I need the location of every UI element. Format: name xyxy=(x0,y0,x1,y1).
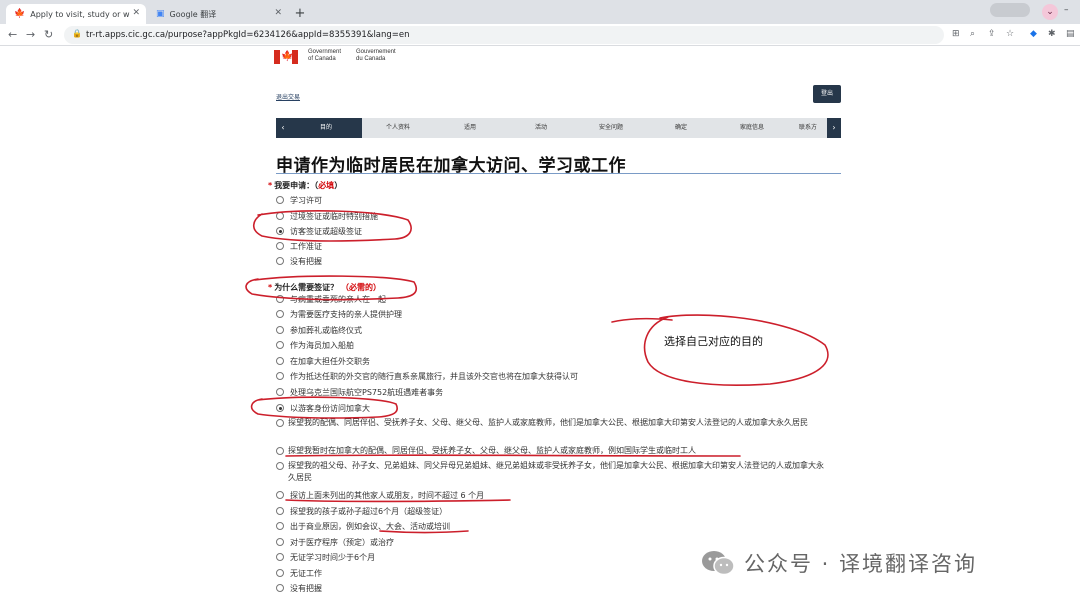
minimize-icon[interactable]: – xyxy=(1064,5,1069,15)
q1-option-transit[interactable]: 过境签证或临时特别措施 xyxy=(276,210,378,222)
step-applicable[interactable]: 适用 xyxy=(434,118,506,138)
step-security[interactable]: 安全问题 xyxy=(576,118,646,138)
q2-option[interactable]: 参加葬礼或临终仪式 xyxy=(276,324,362,336)
radio-button[interactable] xyxy=(276,357,284,365)
progress-prev-button[interactable]: ‹ xyxy=(276,118,290,138)
radio-button[interactable] xyxy=(276,310,284,318)
radio-button[interactable] xyxy=(276,538,284,546)
reload-icon[interactable]: ↻ xyxy=(44,28,53,41)
canada-flag-icon: 🍁 xyxy=(274,50,298,64)
q2-option[interactable]: 在加拿大担任外交职务 xyxy=(276,355,370,367)
q2-option[interactable]: 无证学习时间少于6个月 xyxy=(276,551,375,563)
wechat-icon xyxy=(700,549,736,577)
step-contact[interactable]: 联系方 xyxy=(788,118,828,138)
forward-icon[interactable]: → xyxy=(26,28,35,41)
annotation-note: 选择自己对应的目的 xyxy=(664,335,763,348)
url-field[interactable]: tr-rt.apps.cic.gc.ca/purpose?appPkgId=62… xyxy=(64,26,944,44)
q2-option[interactable]: 作为海员加入船舶 xyxy=(276,339,354,351)
close-tab-icon[interactable]: ✕ xyxy=(274,8,282,18)
extension-icon[interactable]: ◆ xyxy=(1030,29,1037,39)
close-tab-icon[interactable]: ✕ xyxy=(132,8,140,18)
zoom-icon[interactable]: ⌕ xyxy=(970,29,975,39)
pointer-line xyxy=(611,317,673,323)
radio-button[interactable] xyxy=(276,447,284,455)
q2-option[interactable]: 出于商业原因，例如会议、大会、活动或培训 xyxy=(276,520,450,532)
radio-button-selected[interactable] xyxy=(276,404,284,412)
title-divider xyxy=(276,173,841,174)
radio-button[interactable] xyxy=(276,326,284,334)
q2-option[interactable]: 作为抵达任职的外交官的随行直系亲属旅行，并且该外交官也将在加拿大获得认可 xyxy=(276,370,578,382)
wechat-watermark: 公众号 · 译境翻译咨询 xyxy=(700,548,977,578)
radio-button[interactable] xyxy=(276,388,284,396)
radio-button[interactable] xyxy=(276,242,284,250)
step-family[interactable]: 家庭信息 xyxy=(716,118,788,138)
radio-button[interactable] xyxy=(276,491,284,499)
q2-option[interactable]: 处理乌克兰国际航空PS752航班遇难者事务 xyxy=(276,386,443,398)
circle-note xyxy=(643,314,829,386)
back-icon[interactable]: ← xyxy=(8,28,17,41)
q2-option[interactable]: 没有把握 xyxy=(276,582,322,594)
tab-search-icon[interactable]: ⌄ xyxy=(1042,4,1058,20)
q1-option-not-sure[interactable]: 没有把握 xyxy=(276,255,322,267)
tab-apply-canada[interactable]: 🍁 Apply to visit, study or work in ✕ xyxy=(6,4,146,24)
puzzle-icon[interactable]: ✱ xyxy=(1048,29,1056,39)
radio-button[interactable] xyxy=(276,295,284,303)
radio-button-selected[interactable] xyxy=(276,227,284,235)
logout-button[interactable]: 登出 xyxy=(813,85,841,103)
translate-icon: ▣ xyxy=(156,9,165,19)
step-personal[interactable]: 个人资料 xyxy=(362,118,434,138)
new-tab-button[interactable]: + xyxy=(292,6,308,22)
q2-option[interactable]: 与病重或垂死的亲人在一起 xyxy=(276,293,386,305)
radio-button[interactable] xyxy=(276,419,284,427)
q2-label: * 为什么需要签证？ （必需的） xyxy=(268,283,381,292)
q2-option[interactable]: 对于医疗程序（预定）或治疗 xyxy=(276,536,394,548)
q1-option-visitor-visa[interactable]: 访客签证或超级签证 xyxy=(276,225,362,237)
maple-leaf-icon: 🍁 xyxy=(14,9,26,19)
q2-option[interactable]: 探望我的孩子或孙子超过6个月（超级签证） xyxy=(276,505,447,517)
translate-page-icon[interactable]: ⊞ xyxy=(952,29,960,39)
q2-option[interactable]: 为需要医疗支持的亲人提供护理 xyxy=(276,308,402,320)
radio-button[interactable] xyxy=(276,257,284,265)
q1-option-work-permit[interactable]: 工作准证 xyxy=(276,240,322,252)
radio-button[interactable] xyxy=(276,569,284,577)
bookmark-star-icon[interactable]: ☆ xyxy=(1006,29,1014,39)
q2-option[interactable]: 探访上面未列出的其他家人或朋友，时间不超过 6 个月 xyxy=(276,489,484,501)
gov-name-en: Government of Canada xyxy=(308,49,342,62)
browser-tab-bar: 🍁 Apply to visit, study or work in ✕ ▣ G… xyxy=(0,0,1080,24)
q2-option[interactable]: 探望我的配偶、同居伴侣、受抚养子女、父母、继父母、监护人或家庭教师，他们是加拿大… xyxy=(276,417,826,429)
radio-button[interactable] xyxy=(276,522,284,530)
radio-button[interactable] xyxy=(276,462,284,470)
step-confirm[interactable]: 确定 xyxy=(646,118,716,138)
radio-button[interactable] xyxy=(276,553,284,561)
q2-option-tourist[interactable]: 以游客身份访问加拿大 xyxy=(276,402,370,414)
radio-button[interactable] xyxy=(276,196,284,204)
exit-transaction-link[interactable]: 退出交易 xyxy=(276,92,300,101)
share-icon[interactable]: ⇪ xyxy=(988,29,996,39)
q2-option[interactable]: 探望我暂时在加拿大的配偶、同居伴侣、受抚养子女、父母、继父母、监护人或家庭教师，… xyxy=(276,445,826,457)
lock-icon[interactable]: 🔒 xyxy=(72,29,82,38)
progress-next-button[interactable]: › xyxy=(827,118,841,138)
progress-steps: ‹ 目的 个人资料 适用 活动 安全问题 确定 家庭信息 联系方 › xyxy=(276,118,841,138)
profile-pill[interactable] xyxy=(990,3,1030,17)
tab-google-translate[interactable]: ▣ Google 翻译 ✕ xyxy=(148,4,288,24)
radio-button[interactable] xyxy=(276,507,284,515)
radio-button[interactable] xyxy=(276,212,284,220)
q1-option-study-permit[interactable]: 学习许可 xyxy=(276,194,322,206)
gov-name-fr: Gouvernement du Canada xyxy=(356,49,396,62)
radio-button[interactable] xyxy=(276,372,284,380)
sidepanel-icon[interactable]: ▤ xyxy=(1066,29,1075,39)
step-purpose[interactable]: 目的 xyxy=(290,118,362,138)
step-activity[interactable]: 活动 xyxy=(506,118,576,138)
address-bar-row: ← → ↻ tr-rt.apps.cic.gc.ca/purpose?appPk… xyxy=(0,24,1080,46)
q1-label: * 我要申请：（必填） xyxy=(268,181,343,190)
handwritten-annotations xyxy=(245,210,829,534)
radio-button[interactable] xyxy=(276,341,284,349)
radio-button[interactable] xyxy=(276,584,284,592)
q2-option[interactable]: 探望我的祖父母、孙子女、兄弟姐妹、同父异母兄弟姐妹、继兄弟姐妹或非受抚养子女，他… xyxy=(276,460,826,484)
q2-option[interactable]: 无证工作 xyxy=(276,567,322,579)
